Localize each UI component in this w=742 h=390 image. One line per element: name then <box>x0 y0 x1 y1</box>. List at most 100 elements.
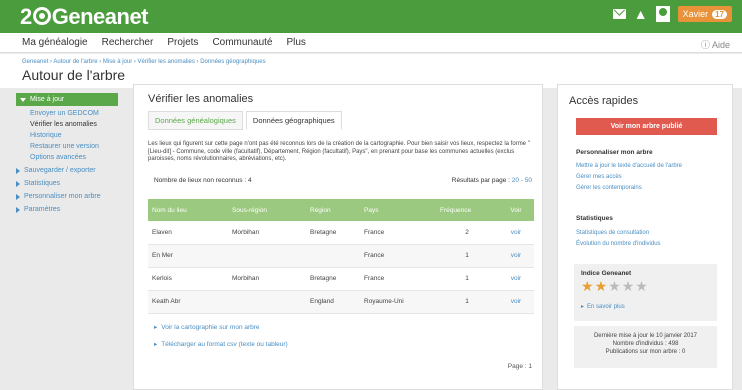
sidebar-item-mise-a-jour[interactable]: Mise à jour <box>16 93 118 106</box>
voir-link[interactable]: voir <box>498 290 534 314</box>
view-map-link[interactable]: Voir la cartographie sur mon arbre <box>154 323 259 331</box>
cell-frequency: 2 <box>436 221 498 245</box>
sidebar-item-parametres[interactable]: Paramètres <box>16 206 118 213</box>
cell-region: Bretagne <box>306 221 360 245</box>
nav-rechercher[interactable]: Rechercher <box>102 37 154 48</box>
chevron-down-icon <box>20 97 26 102</box>
sidebar-item-personnaliser[interactable]: Personnaliser mon arbre <box>16 193 118 200</box>
indice-geneanet-box: Indice Geneanet ★★★★★ En savoir plus <box>574 264 717 321</box>
unrecognized-count: Nombre de lieux non reconnus : 4 <box>154 177 252 184</box>
col-frequence[interactable]: Fréquence <box>436 199 498 221</box>
tab-donnees-genealogiques[interactable]: Données généalogiques <box>148 111 243 130</box>
section-title: Vérifier les anomalies <box>148 93 254 105</box>
nav-ma-genealogie[interactable]: Ma généalogie <box>22 37 88 48</box>
voir-link[interactable]: voir <box>498 244 534 268</box>
intro-text: Les lieux qui figurent sur cette page n'… <box>148 141 530 162</box>
user-avatar-icon[interactable] <box>655 6 670 22</box>
chevron-right-icon <box>16 167 20 174</box>
quick-access-title: Accès rapides <box>569 95 639 107</box>
voir-link[interactable]: voir <box>498 267 534 291</box>
tree-info-box: Dernière mise à jour le 10 janvier 2017 … <box>574 326 717 368</box>
update-welcome-text-link[interactable]: Mettre à jour le texte d'accueil de l'ar… <box>576 163 682 169</box>
nav-plus[interactable]: Plus <box>286 37 305 48</box>
cell-country: France <box>360 267 436 291</box>
geneanet-logo[interactable]: 2 Geneanet <box>20 4 149 30</box>
cell-region: Bretagne <box>306 267 360 291</box>
last-update: Dernière mise à jour le 10 janvier 2017 <box>593 333 698 339</box>
col-region[interactable]: Région <box>306 199 360 221</box>
chevron-right-icon <box>16 206 20 213</box>
help-link[interactable]: ⓘ Aide <box>701 38 730 51</box>
cell-country: France <box>360 221 436 245</box>
per-page-options[interactable]: 20 - 50 <box>512 177 532 184</box>
sidebar-sub-restaurer[interactable]: Restaurer une version <box>16 143 118 150</box>
nav-projets[interactable]: Projets <box>167 37 198 48</box>
sidebar-sub-historique[interactable]: Historique <box>16 132 118 139</box>
voir-link[interactable]: voir <box>498 221 534 245</box>
cell-place: Elaven <box>148 221 228 245</box>
cell-place: Keath Abr <box>148 290 228 314</box>
star-icon: ★ <box>594 278 609 294</box>
manage-access-link[interactable]: Gérer mes accès <box>576 174 622 180</box>
sidebar-sub-gedcom[interactable]: Envoyer un GEDCOM <box>16 110 118 117</box>
nav-communaute[interactable]: Communauté <box>212 37 272 48</box>
individuals-evolution-link[interactable]: Évolution du nombre d'individus <box>576 241 661 247</box>
cell-frequency: 1 <box>436 267 498 291</box>
bell-icon[interactable]: ▲ <box>634 7 648 21</box>
star-icon: ★ <box>621 278 636 294</box>
sidebar-sub-anomalies[interactable]: Vérifier les anomalies <box>16 121 118 128</box>
cell-place: En Mer <box>148 244 228 268</box>
table-row: Elaven Morbihan Bretagne France 2 voir <box>148 221 534 245</box>
results-per-page: Résultats par page : 20 - 50 <box>451 177 532 184</box>
cell-subregion: Morbihan <box>228 267 306 291</box>
cell-place: Kerlois <box>148 267 228 291</box>
logo-o-icon <box>32 7 51 25</box>
consultation-stats-link[interactable]: Statistiques de consultation <box>576 230 649 236</box>
quick-access-panel: Accès rapides Voir mon arbre publié Pers… <box>557 84 733 390</box>
mail-icon[interactable] <box>612 9 626 19</box>
personnaliser-heading: Personnaliser mon arbre <box>576 149 653 156</box>
indice-title: Indice Geneanet <box>581 270 632 277</box>
col-nom-du-lieu[interactable]: Nom du lieu <box>148 199 228 221</box>
star-icon: ★ <box>635 278 649 294</box>
places-table: Nom du lieu Sous-région Région Pays Fréq… <box>148 199 534 314</box>
individuals-count: Nombre d'individus : 498 <box>612 341 679 347</box>
cell-region: England <box>306 290 360 314</box>
cell-country: Royaume-Uni <box>360 290 436 314</box>
cell-country: France <box>360 244 436 268</box>
chevron-right-icon <box>16 180 20 187</box>
view-published-tree-button[interactable]: Voir mon arbre publié <box>576 118 717 135</box>
main-panel: Vérifier les anomalies Données généalogi… <box>133 84 543 390</box>
table-row: Keath Abr England Royaume-Uni 1 voir <box>148 290 534 314</box>
cell-frequency: 1 <box>436 244 498 268</box>
sidebar-sub-options[interactable]: Options avancées <box>16 154 118 161</box>
cell-subregion: Morbihan <box>228 221 306 245</box>
main-nav: Ma généalogie Rechercher Projets Communa… <box>0 33 742 53</box>
sidebar-item-sauvegarder[interactable]: Sauvegarder / exporter <box>16 167 118 174</box>
help-icon: ⓘ <box>700 40 712 50</box>
breadcrumb[interactable]: Geneanet › Autour de l'arbre › Mise à jo… <box>22 59 266 65</box>
sidebar: Mise à jour Envoyer un GEDCOM Vérifier l… <box>16 93 118 219</box>
cell-subregion <box>228 290 306 314</box>
learn-more-link[interactable]: En savoir plus <box>581 303 625 310</box>
top-bar: 2 Geneanet ▲ Xavier 17 <box>0 0 742 33</box>
download-csv-link[interactable]: Télécharger au format csv (texte ou tabl… <box>154 340 287 348</box>
page-title: Autour de l'arbre <box>22 67 126 83</box>
col-sous-region[interactable]: Sous-région <box>228 199 306 221</box>
manage-contemporaries-link[interactable]: Gérer les contemporains <box>576 185 642 191</box>
star-icon: ★ <box>581 278 595 294</box>
col-pays[interactable]: Pays <box>360 199 436 221</box>
page-header: Geneanet › Autour de l'arbre › Mise à jo… <box>0 54 742 88</box>
table-header-row: Nom du lieu Sous-région Région Pays Fréq… <box>148 199 534 221</box>
star-rating: ★★★★★ <box>581 278 649 295</box>
sidebar-item-statistiques[interactable]: Statistiques <box>16 180 118 187</box>
col-voir: Voir <box>498 199 534 221</box>
user-menu-button[interactable]: Xavier 17 <box>677 6 732 22</box>
publications-count: Publications sur mon arbre : 0 <box>605 349 686 355</box>
star-icon: ★ <box>608 278 622 294</box>
table-row: Kerlois Morbihan Bretagne France 1 voir <box>148 267 534 291</box>
tab-donnees-geographiques[interactable]: Données géographiques <box>245 111 342 130</box>
chevron-right-icon <box>16 193 20 200</box>
notification-count: 17 <box>712 9 727 19</box>
statistiques-heading: Statistiques <box>576 215 613 222</box>
